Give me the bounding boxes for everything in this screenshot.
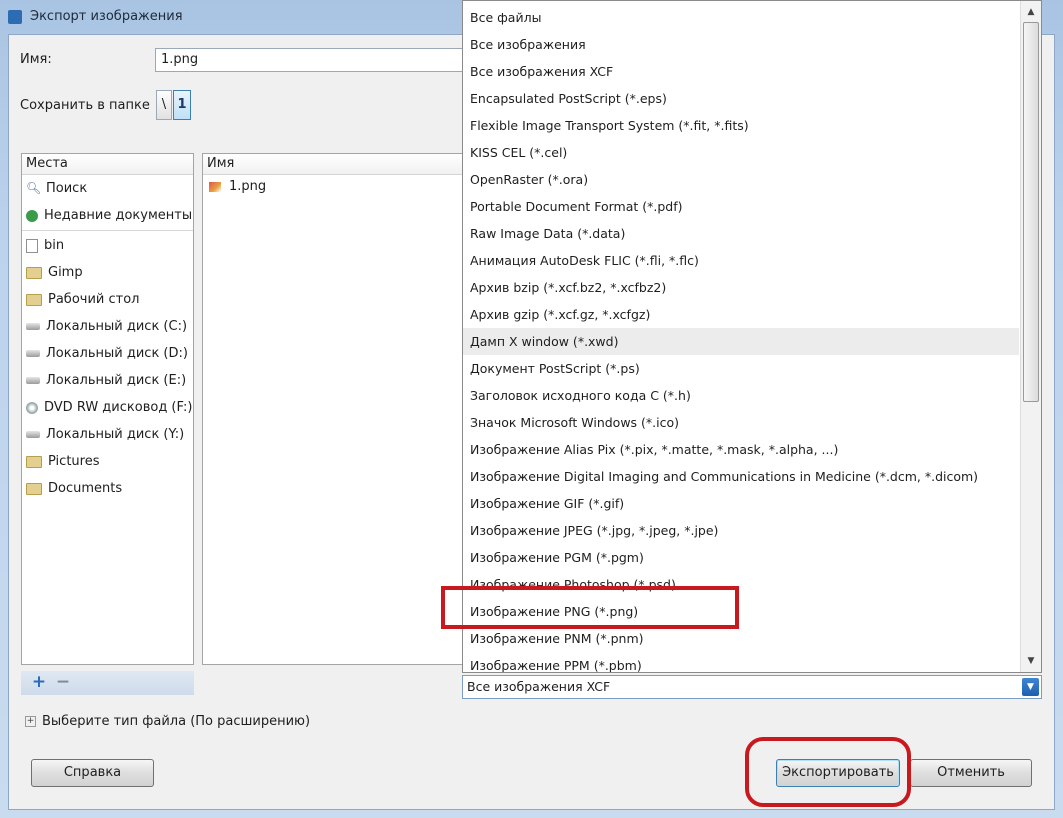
png-option-highlight (441, 586, 739, 629)
scroll-up-icon[interactable]: ▲ (1021, 3, 1041, 21)
filetype-option[interactable]: Flexible Image Transport System (*.fit, … (463, 112, 1019, 139)
places-toolbar: + − (21, 671, 194, 695)
filetype-option[interactable]: Архив gzip (*.xcf.gz, *.xcfgz) (463, 301, 1019, 328)
place-bin[interactable]: bin (22, 232, 193, 259)
folder-icon (26, 266, 42, 279)
drive-icon (26, 431, 40, 438)
filetype-option[interactable]: Portable Document Format (*.pdf) (463, 193, 1019, 220)
expand-plus-icon: + (25, 716, 36, 727)
place-drive-c[interactable]: Локальный диск (C:) (22, 313, 193, 340)
app-icon (8, 10, 22, 24)
filetype-option[interactable]: Изображение PGM (*.pgm) (463, 544, 1019, 571)
place-drive-d[interactable]: Локальный диск (D:) (22, 340, 193, 367)
place-recent-documents[interactable]: Недавние документы (22, 202, 193, 229)
scroll-down-icon[interactable]: ▼ (1021, 652, 1041, 670)
filetype-combobox[interactable]: Все изображения XCF ▼ (462, 675, 1042, 699)
cancel-button[interactable]: Отменить (910, 759, 1032, 787)
filename-value: 1.png (161, 52, 199, 67)
recent-icon (26, 209, 38, 222)
select-file-type-expander[interactable]: + Выберите тип файла (По расширению) (25, 714, 310, 729)
folder-icon (26, 455, 42, 468)
filetype-option[interactable]: Изображение PPM (*.pbm) (463, 652, 1019, 672)
place-pictures[interactable]: Pictures (22, 448, 193, 475)
window-title: Экспорт изображения (30, 9, 183, 24)
place-drive-e[interactable]: Локальный диск (E:) (22, 367, 193, 394)
place-gimp[interactable]: Gimp (22, 259, 193, 286)
name-label: Имя: (20, 52, 52, 67)
filetype-option[interactable]: Анимация AutoDesk FLIC (*.fli, *.flc) (463, 247, 1019, 274)
export-image-dialog: Экспорт изображения Имя: 1.png Сохранить… (0, 0, 1063, 818)
places-panel: Места 🔍︎ Поиск Недавние документы bin Gi… (21, 153, 194, 665)
path-button-current[interactable]: 1 (173, 90, 191, 120)
filetype-option[interactable]: Все файлы (463, 4, 1019, 31)
filetype-option[interactable]: Изображение Alias Pix (*.pix, *.matte, *… (463, 436, 1019, 463)
place-search[interactable]: 🔍︎ Поиск (22, 175, 193, 202)
filetype-option[interactable]: Значок Microsoft Windows (*.ico) (463, 409, 1019, 436)
export-button-highlight (745, 737, 911, 807)
save-in-folder-label: Сохранить в папке (20, 98, 150, 113)
filetype-option[interactable]: Изображение JPEG (*.jpg, *.jpeg, *.jpe) (463, 517, 1019, 544)
filetype-option[interactable]: Архив bzip (*.xcf.bz2, *.xcfbz2) (463, 274, 1019, 301)
scrollbar-thumb[interactable] (1023, 22, 1039, 402)
add-bookmark-button[interactable]: + (29, 671, 49, 693)
filetype-dropdown-list[interactable]: Все файлы Все изображения Все изображени… (462, 0, 1042, 673)
filetype-option[interactable]: Изображение GIF (*.gif) (463, 490, 1019, 517)
filetype-option[interactable]: Изображение Digital Imaging and Communic… (463, 463, 1019, 490)
filetype-option[interactable]: Encapsulated PostScript (*.eps) (463, 85, 1019, 112)
file-list-header[interactable]: Имя (203, 154, 466, 175)
file-icon (26, 238, 38, 253)
places-divider (22, 230, 193, 231)
filename-input[interactable]: 1.png (155, 48, 475, 72)
place-drive-y[interactable]: Локальный диск (Y:) (22, 421, 193, 448)
help-button[interactable]: Справка (31, 759, 154, 787)
place-dvd-f[interactable]: DVD RW дисковод (F:) (22, 394, 193, 421)
search-icon: 🔍︎ (26, 181, 42, 195)
dvd-icon (26, 401, 38, 414)
path-button-root[interactable]: \ (156, 90, 172, 120)
remove-bookmark-button[interactable]: − (53, 671, 73, 693)
filetype-option[interactable]: Документ PostScript (*.ps) (463, 355, 1019, 382)
folder-icon (26, 482, 42, 495)
drive-icon (26, 323, 40, 330)
filetype-option-hovered[interactable]: Дамп X window (*.xwd) (463, 328, 1019, 355)
file-list-panel: Имя 1.png (202, 153, 467, 665)
chevron-down-icon[interactable]: ▼ (1022, 678, 1039, 696)
places-header[interactable]: Места (22, 154, 193, 175)
drive-icon (26, 350, 40, 357)
filetype-option[interactable]: Все изображения (463, 31, 1019, 58)
place-desktop[interactable]: Рабочий стол (22, 286, 193, 313)
filetype-option[interactable]: KISS CEL (*.cel) (463, 139, 1019, 166)
filetype-option[interactable]: OpenRaster (*.ora) (463, 166, 1019, 193)
drive-icon (26, 377, 40, 384)
dropdown-scrollbar[interactable]: ▲ ▼ (1020, 1, 1041, 672)
filetype-option[interactable]: Изображение PNM (*.pnm) (463, 625, 1019, 652)
filetype-combobox-value: Все изображения XCF (467, 679, 611, 694)
filetype-option[interactable]: Заголовок исходного кода C (*.h) (463, 382, 1019, 409)
folder-icon (26, 293, 42, 306)
file-row[interactable]: 1.png (203, 175, 466, 199)
image-file-icon (209, 182, 221, 192)
filetype-option[interactable]: Raw Image Data (*.data) (463, 220, 1019, 247)
filetype-option[interactable]: Все изображения XCF (463, 58, 1019, 85)
place-documents[interactable]: Documents (22, 475, 193, 502)
